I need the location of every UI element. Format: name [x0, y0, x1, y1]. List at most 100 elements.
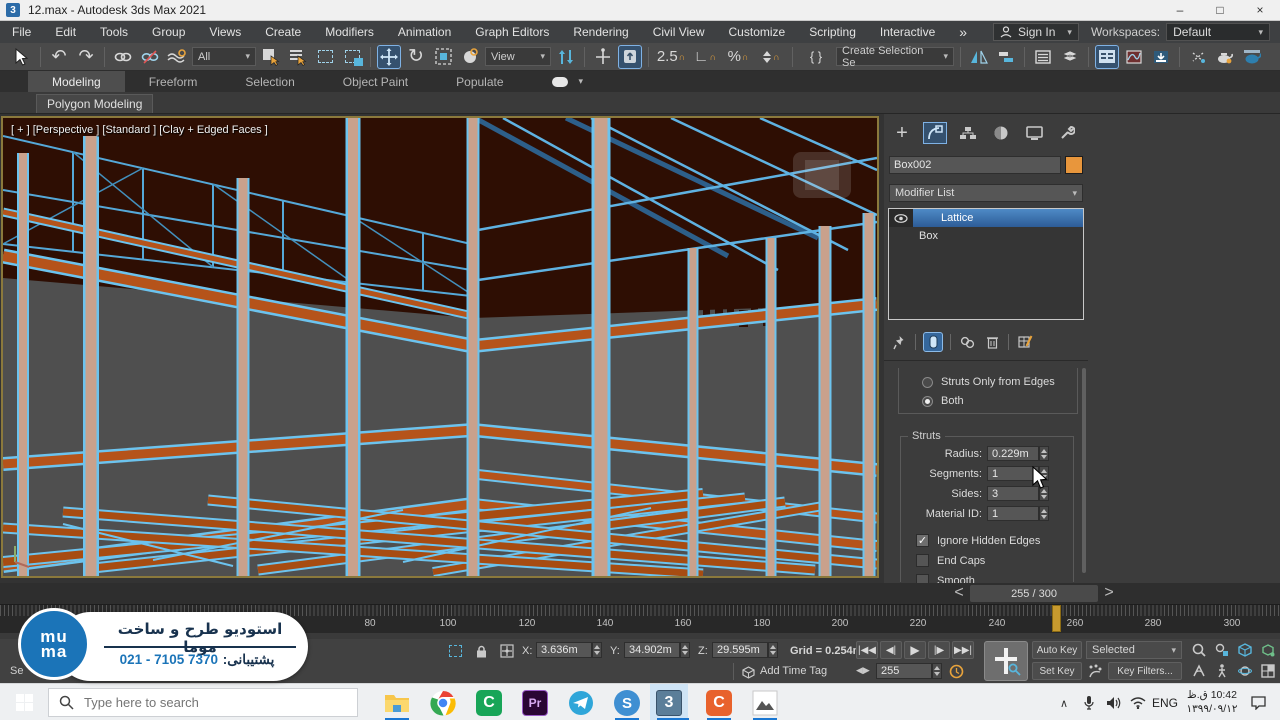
menu-file[interactable]: File	[0, 21, 43, 43]
search-input[interactable]	[82, 694, 322, 711]
ribbon-tab-object-paint[interactable]: Object Paint	[319, 71, 432, 92]
modifier-list-dropdown[interactable]: Modifier List ▾	[889, 184, 1083, 202]
end-caps-checkbox[interactable]: End Caps	[916, 554, 985, 567]
percent-snap-toggle-icon[interactable]: %∩	[723, 45, 753, 69]
select-and-scale-icon[interactable]	[431, 45, 455, 69]
spinner-snap-toggle-icon[interactable]: ∩	[756, 45, 786, 69]
menu-views[interactable]: Views	[197, 21, 253, 43]
select-and-manipulate-icon[interactable]	[591, 45, 615, 69]
action-center-icon[interactable]	[1248, 693, 1268, 713]
zoom-all-icon[interactable]	[1213, 641, 1231, 659]
select-object-icon[interactable]	[259, 45, 283, 69]
selection-region-icon[interactable]	[446, 642, 464, 660]
schematic-view-icon[interactable]	[1149, 45, 1173, 69]
previous-frame-button[interactable]: ◀|	[880, 641, 902, 659]
smooth-checkbox[interactable]: Smooth	[916, 574, 975, 583]
y-coord-spinner[interactable]	[680, 642, 690, 658]
current-frame-field[interactable]: 255	[876, 663, 932, 679]
absolute-mode-gizmo-icon[interactable]	[498, 642, 516, 660]
align-icon[interactable]	[994, 45, 1018, 69]
modify-tab-icon[interactable]	[923, 122, 947, 144]
pin-stack-icon[interactable]	[890, 333, 908, 351]
next-frame-arrow[interactable]: >	[1102, 585, 1116, 601]
workspace-dropdown[interactable]: Default ▾	[1166, 23, 1270, 41]
frame-spinner[interactable]	[932, 663, 942, 679]
render-flags-icon[interactable]	[1186, 45, 1210, 69]
menu-customize[interactable]: Customize	[717, 21, 798, 43]
restore-button[interactable]: □	[1200, 0, 1240, 21]
set-key-button[interactable]: Set Key	[1032, 662, 1082, 680]
toggle-ribbon-icon[interactable]	[1095, 45, 1119, 69]
telegram-icon[interactable]	[566, 688, 596, 718]
auto-key-button[interactable]: Auto Key	[1032, 641, 1082, 659]
viewport-label[interactable]: [ + ] [Perspective ] [Standard ] [Clay +…	[11, 124, 268, 136]
volume-tray-icon[interactable]	[1104, 693, 1124, 713]
x-coord-spinner[interactable]	[592, 642, 602, 658]
sign-in-button[interactable]: Sign In ▾	[993, 23, 1079, 41]
create-tab-icon[interactable]: +	[890, 122, 914, 144]
menu-animation[interactable]: Animation	[386, 21, 463, 43]
menu-scripting[interactable]: Scripting	[797, 21, 868, 43]
set-keys-button[interactable]	[984, 641, 1028, 681]
keyable-icon[interactable]	[1086, 662, 1104, 680]
ribbon-tab-modeling[interactable]: Modeling	[28, 71, 125, 92]
render-setup-icon[interactable]	[1213, 45, 1237, 69]
key-filters-button[interactable]: Key Filters...	[1108, 662, 1182, 680]
menu-graph-editors[interactable]: Graph Editors	[463, 21, 561, 43]
reference-coordinate-dropdown[interactable]: View▾	[485, 47, 551, 66]
ribbon-tab-populate[interactable]: Populate	[432, 71, 527, 92]
orbit-icon[interactable]	[1236, 662, 1254, 680]
rectangular-selection-region-icon[interactable]	[313, 45, 337, 69]
snaps-toggle-25-icon[interactable]: 2.5∩	[655, 45, 687, 69]
prev-frame-arrow[interactable]: <	[952, 585, 966, 601]
z-coord-spinner[interactable]	[768, 642, 778, 658]
struts-only-from-edges-radio[interactable]: Struts Only from Edges	[922, 376, 1055, 388]
remove-modifier-trash-icon[interactable]	[983, 333, 1001, 351]
undo-icon[interactable]: ↶	[47, 45, 71, 69]
wifi-tray-icon[interactable]	[1128, 693, 1148, 713]
curve-editor-icon[interactable]	[1122, 45, 1146, 69]
menu-modifiers[interactable]: Modifiers	[313, 21, 386, 43]
key-default-in-out-dropdown[interactable]: Selected▾	[1086, 641, 1182, 659]
select-object-cursor-icon[interactable]	[10, 45, 34, 69]
utilities-tab-icon[interactable]	[1055, 122, 1079, 144]
modifier-stack-row-box[interactable]: Box	[889, 227, 1083, 244]
show-end-result-icon[interactable]	[923, 332, 943, 352]
show-hidden-icons-chevron[interactable]: ∧	[1056, 695, 1072, 711]
object-color-swatch[interactable]	[1065, 156, 1083, 174]
both-radio[interactable]: Both	[922, 395, 964, 407]
ribbon-tab-selection[interactable]: Selection	[221, 71, 318, 92]
3ds-max-taskbar-icon[interactable]: 3	[654, 688, 684, 718]
menu-group[interactable]: Group	[140, 21, 197, 43]
select-link-icon[interactable]	[111, 45, 135, 69]
named-selection-sets-dropdown[interactable]: Create Selection Se▾	[836, 47, 954, 66]
object-name-field[interactable]: Box002	[889, 156, 1061, 174]
zoom-extents-all-icon[interactable]	[1259, 641, 1277, 659]
radius-field[interactable]: 0.229m	[987, 446, 1039, 461]
chrome-icon[interactable]	[428, 688, 458, 718]
close-button[interactable]: ×	[1240, 0, 1280, 21]
use-pivot-point-icon[interactable]	[554, 45, 578, 69]
display-tab-icon[interactable]	[1022, 122, 1046, 144]
select-and-move-icon[interactable]	[377, 45, 401, 69]
render-production-icon[interactable]	[1240, 45, 1264, 69]
ribbon-tab-freeform[interactable]: Freeform	[125, 71, 222, 92]
next-frame-button[interactable]: |▶	[928, 641, 950, 659]
select-by-name-icon[interactable]	[286, 45, 310, 69]
clock-tray[interactable]: 10:42 ق.ظ ۱۳۹۹/۰۹/۱۲	[1184, 688, 1240, 716]
perspective-viewport[interactable]: [ + ] [Perspective ] [Standard ] [Clay +…	[1, 116, 879, 578]
selection-lock-icon[interactable]	[472, 642, 490, 660]
unlink-selection-icon[interactable]	[138, 45, 162, 69]
menu-tools[interactable]: Tools	[88, 21, 140, 43]
selection-filter-dropdown[interactable]: All▾	[192, 47, 256, 66]
menu-overflow-chevron[interactable]: »	[947, 21, 979, 43]
menu-civil-view[interactable]: Civil View	[641, 21, 717, 43]
window-crossing-toggle-icon[interactable]	[340, 45, 364, 69]
frame-stepper-icon[interactable]: ◀▶	[856, 665, 870, 676]
redo-icon[interactable]: ↷	[74, 45, 98, 69]
modifier-stack-row-lattice[interactable]: Lattice	[889, 209, 1083, 227]
taskbar-search[interactable]	[48, 688, 358, 717]
ribbon-minimize-toggle[interactable]: ▾	[528, 71, 608, 92]
go-to-end-button[interactable]: ▶▶|	[952, 641, 974, 659]
angle-snap-toggle-icon[interactable]: ∟∩	[690, 45, 720, 69]
